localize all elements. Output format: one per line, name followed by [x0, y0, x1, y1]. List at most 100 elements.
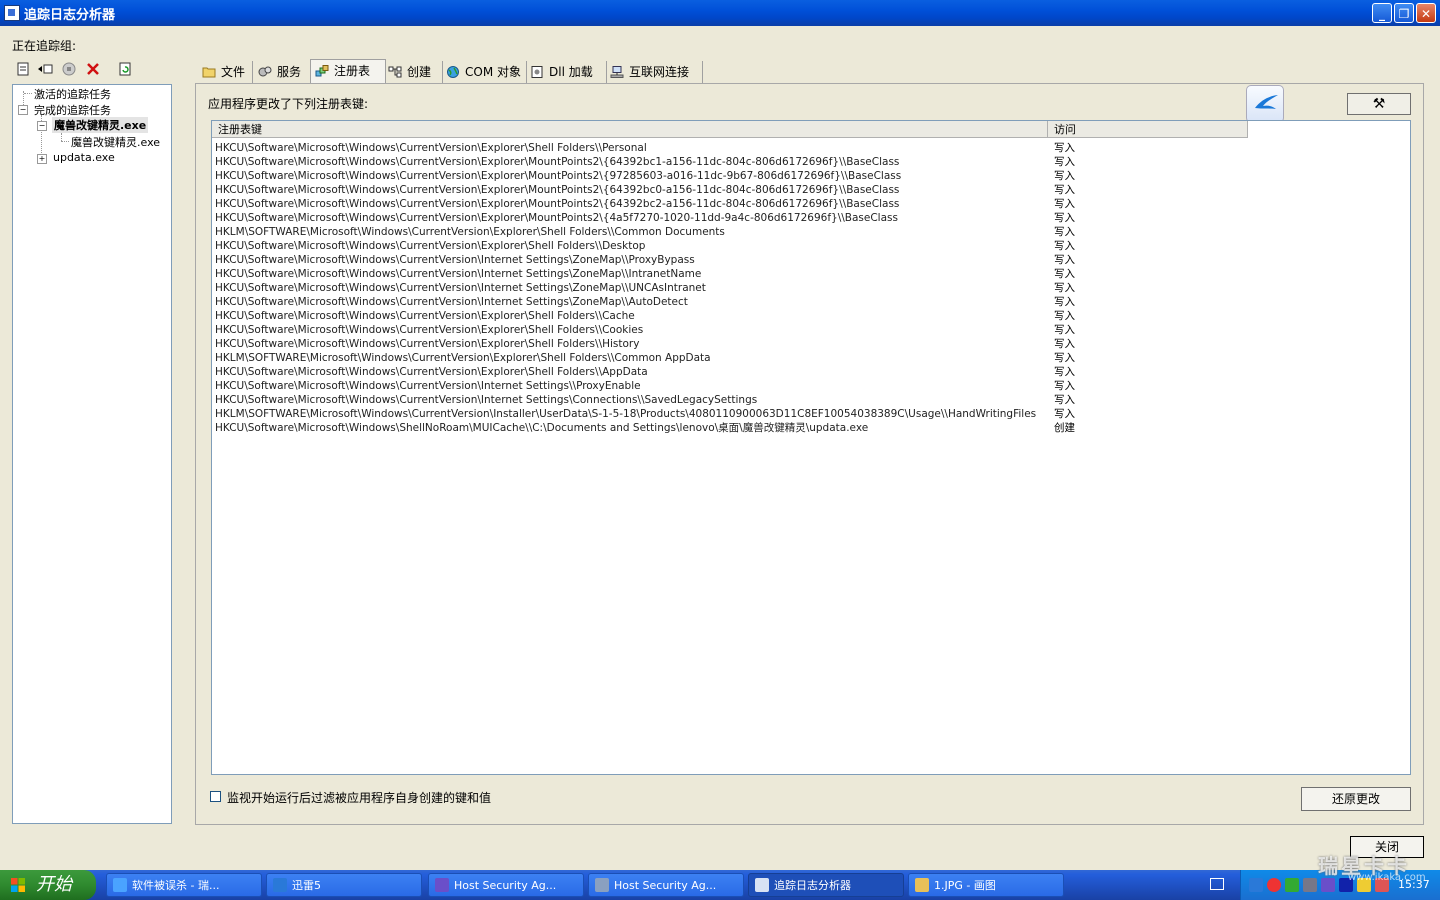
taskbar-button[interactable]: Host Security Ag... — [428, 873, 584, 897]
trace-tree[interactable]: 激活的追踪任务 − 完成的追踪任务 − 魔兽改键精灵.exe 魔兽改键精灵.ex… — [12, 84, 172, 824]
access-cell: 写入 — [1054, 142, 1075, 154]
table-row[interactable]: HKLM\SOFTWARE\Microsoft\Windows\CurrentV… — [212, 407, 1410, 421]
thunder-icon — [273, 878, 287, 892]
table-row[interactable]: HKCU\Software\Microsoft\Windows\CurrentV… — [212, 169, 1410, 183]
filter-checkbox-label: 监视开始运行后过滤被应用程序自身创建的键和值 — [227, 791, 492, 805]
taskbar-button-label: Host Security Ag... — [614, 879, 717, 892]
tab-files[interactable]: 文件 — [198, 61, 253, 83]
app-icon — [4, 5, 20, 21]
registry-key-cell: HKCU\Software\Microsoft\Windows\CurrentV… — [215, 184, 900, 196]
shield-tray-icon[interactable] — [1321, 878, 1335, 892]
table-row[interactable]: HKCU\Software\Microsoft\Windows\CurrentV… — [212, 393, 1410, 407]
qq-tray-icon[interactable] — [1267, 878, 1281, 892]
registry-key-cell: HKCU\Software\Microsoft\Windows\CurrentV… — [215, 338, 640, 350]
tab-create[interactable]: 创建 — [384, 61, 443, 83]
registry-list[interactable]: 注册表键 访问 HKCU\Software\Microsoft\Windows\… — [211, 120, 1411, 775]
filter-checkbox[interactable] — [210, 791, 221, 802]
gear-icon — [595, 878, 609, 892]
registry-key-cell: HKCU\Software\Microsoft\Windows\CurrentV… — [215, 380, 641, 392]
access-cell: 写入 — [1054, 338, 1075, 350]
tree-node-selected-exe[interactable]: 魔兽改键精灵.exe — [52, 117, 149, 133]
registry-key-cell: HKCU\Software\Microsoft\Windows\CurrentV… — [215, 170, 902, 182]
registry-key-cell: HKCU\Software\Microsoft\Windows\CurrentV… — [215, 296, 688, 308]
table-row[interactable]: HKCU\Software\Microsoft\Windows\CurrentV… — [212, 253, 1410, 267]
tools-button[interactable]: ⚒ — [1347, 93, 1411, 115]
new-trace-button[interactable] — [14, 62, 32, 80]
table-row[interactable]: HKCU\Software\Microsoft\Windows\CurrentV… — [212, 197, 1410, 211]
registry-key-cell: HKCU\Software\Microsoft\Windows\CurrentV… — [215, 310, 635, 322]
column-header-access[interactable]: 访问 — [1048, 121, 1248, 138]
delete-icon — [87, 63, 99, 75]
shield-icon — [435, 878, 449, 892]
taskbar-button[interactable]: 软件被误杀 - 瑞... — [106, 873, 262, 897]
taskbar-button-label: 1.JPG - 画图 — [934, 879, 996, 892]
table-row[interactable]: HKCU\Software\Microsoft\Windows\ShellNoR… — [212, 421, 1410, 435]
registry-key-cell: HKCU\Software\Microsoft\Windows\CurrentV… — [215, 394, 758, 406]
close-window-button[interactable]: ✕ — [1416, 3, 1436, 23]
table-row[interactable]: HKCU\Software\Microsoft\Windows\CurrentV… — [212, 155, 1410, 169]
tree-node-active-traces[interactable]: 激活的追踪任务 — [34, 86, 111, 102]
table-row[interactable]: HKCU\Software\Microsoft\Windows\CurrentV… — [212, 365, 1410, 379]
table-row[interactable]: HKCU\Software\Microsoft\Windows\CurrentV… — [212, 183, 1410, 197]
stop-trace-button[interactable] — [60, 62, 78, 80]
tab-com-objects[interactable]: COM 对象 — [442, 61, 527, 83]
tree-node-child-exe[interactable]: 魔兽改键精灵.exe — [71, 134, 160, 150]
tree-node-completed-traces[interactable]: 完成的追踪任务 — [34, 102, 111, 118]
table-row[interactable]: HKCU\Software\Microsoft\Windows\CurrentV… — [212, 239, 1410, 253]
table-row[interactable]: HKCU\Software\Microsoft\Windows\CurrentV… — [212, 295, 1410, 309]
thunder-tray-icon[interactable] — [1249, 878, 1263, 892]
stop-icon — [62, 62, 76, 76]
delete-trace-button[interactable] — [84, 62, 102, 80]
access-cell: 写入 — [1054, 408, 1075, 420]
bird-logo-button[interactable] — [1246, 85, 1284, 123]
taskbar-button-label: 软件被误杀 - 瑞... — [132, 879, 220, 892]
access-cell: 写入 — [1054, 394, 1075, 406]
table-row[interactable]: HKCU\Software\Microsoft\Windows\CurrentV… — [212, 337, 1410, 351]
table-row[interactable]: HKCU\Software\Microsoft\Windows\CurrentV… — [212, 323, 1410, 337]
network-tray-icon[interactable] — [1303, 878, 1317, 892]
add-trace-button[interactable] — [36, 62, 54, 80]
tree-node-updata[interactable]: updata.exe — [53, 151, 115, 164]
access-cell: 写入 — [1054, 170, 1075, 182]
table-row[interactable]: HKCU\Software\Microsoft\Windows\CurrentV… — [212, 281, 1410, 295]
tree-collapse-toggle[interactable]: − — [18, 105, 28, 115]
paint-icon — [915, 878, 929, 892]
table-row[interactable]: HKCU\Software\Microsoft\Windows\CurrentV… — [212, 141, 1410, 155]
refresh-button[interactable] — [116, 62, 134, 80]
add-trace-icon — [38, 64, 53, 74]
access-cell: 创建 — [1054, 422, 1075, 434]
keyboard-icon[interactable] — [1210, 878, 1224, 890]
taskbar-button[interactable]: Host Security Ag... — [588, 873, 744, 897]
table-row[interactable]: HKCU\Software\Microsoft\Windows\CurrentV… — [212, 379, 1410, 393]
registry-key-cell: HKLM\SOFTWARE\Microsoft\Windows\CurrentV… — [215, 226, 725, 238]
registry-key-cell: HKLM\SOFTWARE\Microsoft\Windows\CurrentV… — [215, 408, 1037, 420]
access-cell: 写入 — [1054, 184, 1075, 196]
taskbar-button[interactable]: 1.JPG - 画图 — [908, 873, 1064, 897]
restore-changes-button[interactable]: 还原更改 — [1301, 787, 1411, 811]
table-row[interactable]: HKLM\SOFTWARE\Microsoft\Windows\CurrentV… — [212, 225, 1410, 239]
taskbar-button[interactable]: 迅雷5 — [266, 873, 422, 897]
table-row[interactable]: HKCU\Software\Microsoft\Windows\CurrentV… — [212, 211, 1410, 225]
access-cell: 写入 — [1054, 156, 1075, 168]
start-button[interactable]: 开始 — [0, 870, 96, 900]
tab-services[interactable]: 服务 — [254, 61, 311, 83]
restore-window-button[interactable]: ❐ — [1394, 3, 1414, 23]
registry-icon — [315, 65, 329, 77]
tree-collapse-toggle-exe[interactable]: − — [37, 121, 47, 131]
column-header-key[interactable]: 注册表键 — [212, 121, 1048, 138]
tab-internet-connections[interactable]: 互联网连接 — [606, 61, 703, 83]
table-row[interactable]: HKCU\Software\Microsoft\Windows\CurrentV… — [212, 309, 1410, 323]
title-bar: 追踪日志分析器 _ ❐ ✕ — [0, 0, 1440, 26]
check-tray-icon[interactable] — [1285, 878, 1299, 892]
tree-expand-toggle-updata[interactable]: + — [37, 154, 47, 164]
table-row[interactable]: HKLM\SOFTWARE\Microsoft\Windows\CurrentV… — [212, 351, 1410, 365]
access-cell: 写入 — [1054, 282, 1075, 294]
tab-dll-load[interactable]: Dll 加载 — [526, 61, 607, 83]
ie-icon — [113, 878, 127, 892]
registry-key-cell: HKCU\Software\Microsoft\Windows\CurrentV… — [215, 282, 706, 294]
tree-icon — [388, 66, 402, 78]
table-row[interactable]: HKCU\Software\Microsoft\Windows\CurrentV… — [212, 267, 1410, 281]
minimize-button[interactable]: _ — [1372, 3, 1392, 23]
taskbar-button[interactable]: 追踪日志分析器 — [748, 873, 904, 897]
tab-registry[interactable]: 注册表 — [310, 59, 386, 84]
